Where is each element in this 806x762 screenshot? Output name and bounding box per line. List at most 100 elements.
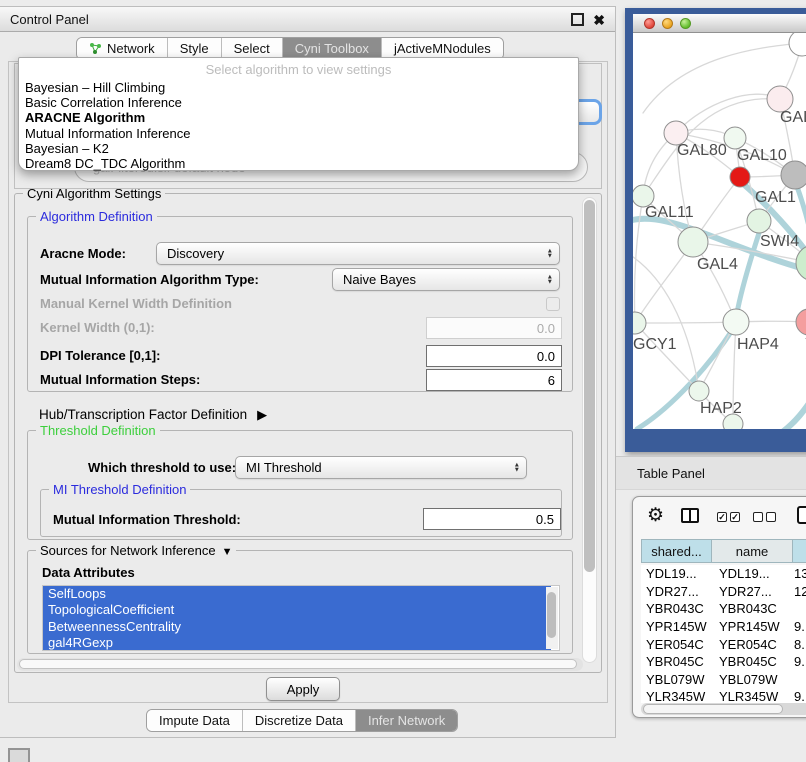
table-row[interactable]: YDR27... YDR27... 12 — [641, 583, 806, 601]
column-header-cut[interactable] — [792, 539, 806, 563]
new-column-icon[interactable] — [797, 506, 806, 524]
network-edge[interactable] — [634, 196, 643, 323]
group-title-row[interactable]: Sources for Network Inference▼ — [36, 543, 236, 558]
dropdown-item[interactable]: Mutual Information Inference — [19, 126, 578, 141]
aracne-mode-combo[interactable]: Discovery ▲▼ — [156, 242, 560, 265]
combo-value: MI Threshold — [246, 460, 322, 475]
docked-panel-icon[interactable] — [8, 748, 30, 762]
minimize-traffic-light-icon[interactable] — [662, 18, 673, 29]
settings-horizontal-scrollbar[interactable] — [17, 658, 583, 671]
node-label: HAP2 — [700, 400, 742, 417]
mi-threshold-label: Mutual Information Threshold: — [53, 512, 241, 527]
network-node[interactable] — [747, 209, 771, 233]
network-window-titlebar[interactable] — [633, 14, 806, 33]
expand-arrow-icon: ▶ — [257, 407, 267, 422]
mi-algorithm-type-combo[interactable]: Naive Bayes ▲▼ — [332, 268, 560, 291]
table-horizontal-scrollbar[interactable] — [641, 703, 806, 715]
dropdown-item[interactable]: Bayesian – K2 — [19, 141, 578, 156]
float-window-icon[interactable] — [571, 13, 584, 26]
dropdown-items: Bayesian – Hill Climbing Basic Correlati… — [19, 80, 578, 171]
network-node[interactable] — [796, 309, 806, 335]
network-edge[interactable] — [635, 322, 736, 323]
node-label: SWI4 — [760, 233, 799, 250]
network-node[interactable] — [730, 167, 750, 187]
tab-discretize-data[interactable]: Discretize Data — [243, 710, 356, 731]
table-row[interactable]: YDL19... YDL19... 13 — [641, 565, 806, 583]
tab-style[interactable]: Style — [168, 38, 222, 59]
tab-jactivemnodules[interactable]: jActiveMNodules — [382, 38, 503, 59]
group-title: Sources for Network Inference — [40, 543, 216, 558]
network-node[interactable] — [678, 227, 708, 257]
node-label: GAL4 — [697, 256, 738, 273]
list-item[interactable]: gal4RGexp — [43, 635, 551, 651]
network-edge[interactable] — [781, 393, 806, 429]
tab-label: jActiveMNodules — [394, 41, 491, 56]
select-all-checkboxes-icon[interactable]: ✓✓ — [717, 512, 740, 522]
table-panel-title: Table Panel — [637, 466, 705, 481]
settings-vertical-scrollbar[interactable] — [582, 197, 597, 663]
tab-cyni-toolbox[interactable]: Cyni Toolbox — [283, 38, 382, 59]
table-row[interactable]: YBR045C YBR045C 9. — [641, 653, 806, 671]
tab-impute-data[interactable]: Impute Data — [147, 710, 243, 731]
spinner-arrows-icon: ▲▼ — [547, 248, 553, 259]
dropdown-item[interactable]: Bayesian – Hill Climbing — [19, 80, 578, 95]
table-row[interactable]: YLR345W YLR345W 9. — [641, 688, 806, 703]
list-item[interactable]: SelfLoops — [43, 586, 551, 602]
node-label: GAL10 — [737, 147, 787, 164]
kernel-width-input[interactable]: 0.0 — [426, 317, 562, 339]
list-vertical-scrollbar[interactable] — [546, 587, 558, 649]
network-edge[interactable] — [635, 323, 699, 391]
cell-shared-name: YER054C — [641, 637, 711, 652]
dropdown-item[interactable]: ARACNE Algorithm — [19, 110, 578, 125]
table-row[interactable]: YBR043C YBR043C — [641, 600, 806, 618]
scrollbar-thumb[interactable] — [19, 659, 577, 669]
network-view-window: GALGAL80GAL10GAL1GAL11SWI4GAL4GCY1HAP4YH… — [625, 8, 806, 452]
network-node[interactable] — [633, 312, 646, 334]
dpi-tolerance-label: DPI Tolerance [0,1]: — [40, 348, 160, 363]
network-icon — [89, 42, 102, 55]
dropdown-item[interactable]: Dream8 DC_TDC Algorithm — [19, 156, 578, 171]
deselect-all-checkboxes-icon[interactable] — [753, 512, 776, 522]
input-value: 6 — [548, 373, 555, 388]
gear-icon[interactable]: ⚙ — [647, 504, 664, 527]
tab-network[interactable]: Network — [77, 38, 168, 59]
close-traffic-light-icon[interactable] — [644, 18, 655, 29]
spinner-arrows-icon: ▲▼ — [514, 462, 520, 473]
zoom-traffic-light-icon[interactable] — [680, 18, 691, 29]
sources-for-network-inference-group: Sources for Network Inference▼ Data Attr… — [27, 550, 573, 654]
cell-value: 13 — [792, 566, 806, 581]
network-node[interactable] — [689, 381, 709, 401]
table-row[interactable]: YER054C YER054C 8. — [641, 635, 806, 653]
manual-kernel-width-label: Manual Kernel Width Definition — [40, 296, 232, 311]
dpi-tolerance-input[interactable]: 0.0 — [426, 345, 562, 367]
columns-icon[interactable] — [681, 508, 699, 523]
column-header-name[interactable]: name — [711, 539, 792, 563]
tab-infer-network[interactable]: Infer Network — [356, 710, 457, 731]
list-item[interactable]: BetweennessCentrality — [43, 619, 551, 635]
network-edge[interactable] — [676, 94, 780, 133]
network-canvas[interactable]: GALGAL80GAL10GAL1GAL11SWI4GAL4GCY1HAP4YH… — [633, 33, 806, 429]
scrollbar-thumb[interactable] — [547, 592, 556, 638]
table-row[interactable]: YBL079W YBL079W — [641, 671, 806, 689]
dropdown-item[interactable]: Basic Correlation Inference — [19, 95, 578, 110]
dropdown-prompt: Select algorithm to view settings — [19, 58, 578, 80]
scrollbar-thumb[interactable] — [584, 200, 595, 572]
apply-button[interactable]: Apply — [266, 677, 340, 701]
network-node[interactable] — [723, 309, 749, 335]
list-item[interactable]: TopologicalCoefficient — [43, 602, 551, 618]
cell-value: 12 — [792, 584, 806, 599]
attribute-items: SelfLoops TopologicalCoefficient Between… — [43, 586, 559, 651]
manual-kernel-width-checkbox[interactable] — [546, 297, 560, 311]
mi-threshold-input[interactable]: 0.5 — [423, 508, 561, 530]
network-node[interactable] — [724, 127, 746, 149]
mi-steps-input[interactable]: 6 — [426, 369, 562, 391]
scrollbar-thumb[interactable] — [643, 704, 783, 714]
column-header-shared-name[interactable]: shared... — [641, 539, 711, 563]
which-threshold-combo[interactable]: MI Threshold ▲▼ — [235, 456, 527, 479]
network-node[interactable] — [781, 161, 806, 189]
network-node[interactable] — [789, 33, 806, 56]
hub-transcription-factor-expander[interactable]: Hub/Transcription Factor Definition▶ — [39, 407, 267, 423]
table-row[interactable]: YPR145W YPR145W 9. — [641, 618, 806, 636]
tab-select[interactable]: Select — [222, 38, 283, 59]
close-icon[interactable]: ✖ — [593, 14, 605, 26]
